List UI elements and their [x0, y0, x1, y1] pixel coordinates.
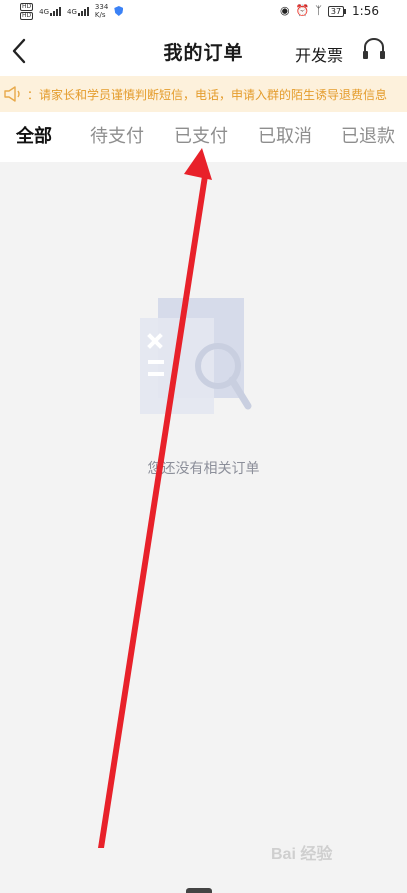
shield-icon: [114, 6, 124, 16]
status-right: ◉ ⏰ ᛉ 37 1:56: [280, 0, 379, 22]
battery-level: 37: [327, 5, 345, 17]
notice-text: ：请家长和学员谨慎判断短信，电话，申请入群的陌生诱导退费信息: [27, 87, 388, 102]
empty-orders-illustration: [140, 298, 252, 414]
eye-icon: ◉: [279, 4, 290, 17]
hd-badge: HD: [20, 2, 34, 11]
tab-cancelled[interactable]: 已取消: [258, 122, 312, 148]
signal-2: 4G: [67, 6, 89, 16]
clock: 1:56: [352, 4, 379, 18]
order-tabs: 全部 待支付 已支付 已取消 已退款: [0, 112, 407, 162]
tab-refunded[interactable]: 已退款: [341, 122, 395, 148]
bottom-handle: [186, 888, 212, 893]
battery-icon: 37: [327, 5, 347, 17]
header: 我的订单 开发票: [0, 22, 407, 80]
hd-badges: HD HD: [20, 2, 34, 20]
signal-1: 4G: [39, 6, 62, 16]
alarm-icon: ⏰: [295, 4, 310, 17]
notice-banner: ：请家长和学员谨慎判断短信，电话，申请入群的陌生诱导退费信息: [0, 76, 407, 112]
tab-all[interactable]: 全部: [16, 122, 52, 148]
customer-service-icon[interactable]: [361, 38, 387, 62]
status-left: HD HD 4G 4G 334 K/s: [20, 0, 124, 22]
network-label: 4G: [67, 7, 77, 16]
tab-pending-payment[interactable]: 待支付: [90, 122, 144, 148]
speaker-icon: [4, 86, 20, 102]
speed-unit: K/s: [94, 11, 106, 19]
status-bar: HD HD 4G 4G 334 K/s ◉ ⏰ ᛉ 37 1:56: [0, 0, 407, 22]
baidu-jingyan-watermark: Bai 经验: [271, 844, 333, 863]
speed-value: 334: [94, 3, 109, 11]
page: HD HD 4G 4G 334 K/s ◉ ⏰ ᛉ 37 1:56 我的订单 开…: [0, 0, 407, 893]
page-title: 我的订单: [163, 42, 244, 64]
invoice-button[interactable]: 开发票: [295, 42, 343, 66]
bluetooth-icon: ᛉ: [315, 4, 322, 17]
tab-paid[interactable]: 已支付: [174, 122, 228, 148]
empty-state-text: 您还没有相关订单: [147, 461, 260, 477]
network-speed: 334 K/s: [95, 3, 108, 19]
hd-badge: HD: [20, 11, 34, 20]
watermark-text: Bai 经验: [271, 844, 333, 863]
network-label: 4G: [39, 7, 50, 16]
